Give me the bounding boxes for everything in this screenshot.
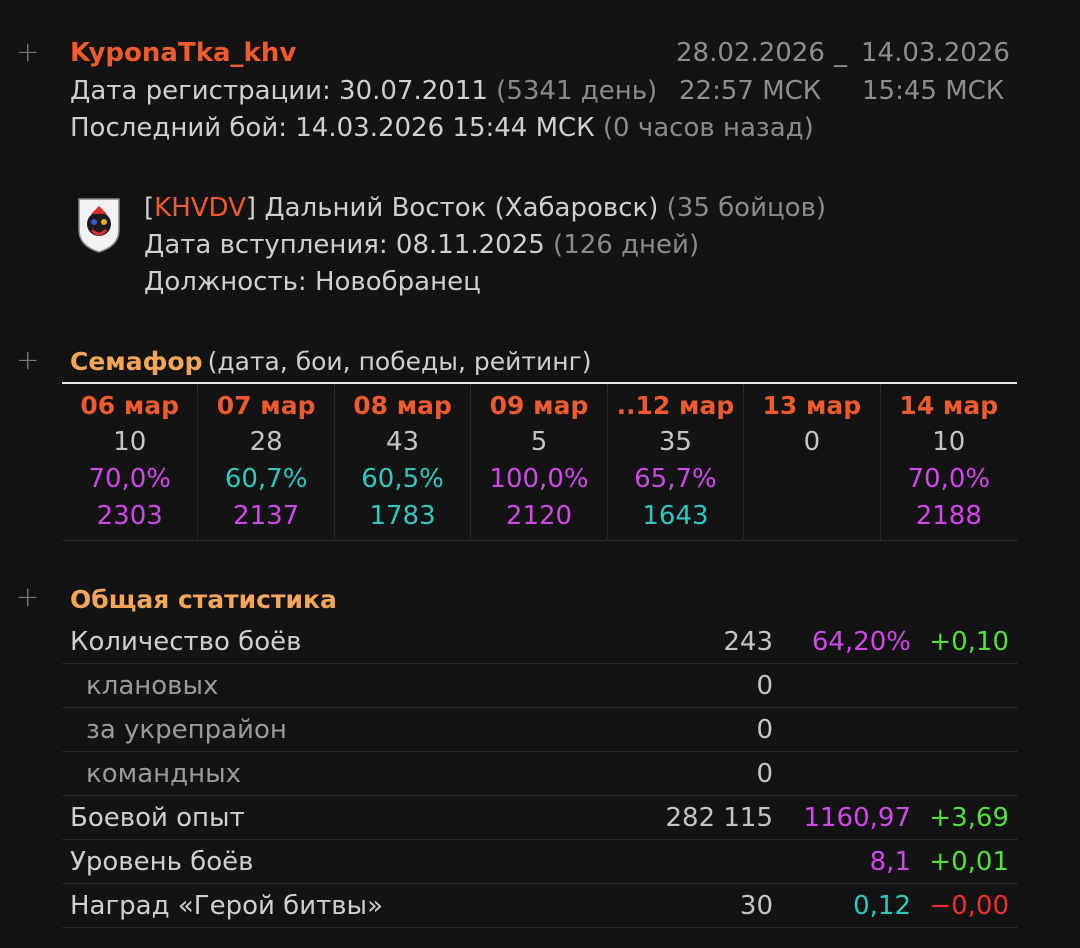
semafor-winrate: 100,0%	[489, 464, 589, 494]
stats-row: Количество боёв 243 64,20% +0,10	[62, 620, 1017, 664]
clan-position: Должность: Новобранец	[144, 267, 481, 297]
semafor-date: 06 мар	[80, 391, 180, 420]
semafor-winrate: 70,0%	[88, 464, 172, 494]
semafor-winrate: 60,7%	[224, 464, 308, 494]
player-nickname[interactable]: KyponaTka_khv	[70, 40, 296, 66]
stats-delta: +3,69	[929, 803, 1009, 833]
semafor-date: 09 мар	[489, 391, 589, 420]
semafor-day: 09 мар 5 100,0% 2120	[471, 384, 608, 540]
range-end-time: 15:45 МСК	[862, 76, 1005, 106]
stats-value: 0	[756, 759, 773, 789]
stats-average: 0,12	[853, 891, 911, 921]
semafor-date: 13 мар	[762, 391, 862, 420]
stats-row: командных 0	[62, 752, 1017, 796]
semafor-winrate: 65,7%	[634, 464, 717, 494]
stats-average: 1160,97	[803, 803, 911, 833]
stats-average: 64,20%	[811, 627, 911, 657]
last-battle-line: Последний бой: 14.03.2026 15:44 МСК (0 ч…	[70, 115, 814, 141]
stats-value: 30	[739, 891, 773, 921]
stats-label: Количество боёв	[70, 627, 302, 657]
semafor-day: 07 мар 28 60,7% 2137	[198, 384, 335, 540]
range-start-time: 22:57 МСК	[679, 76, 822, 106]
semafor-battles: 5	[530, 427, 548, 457]
clan-tag[interactable]: KHVDV	[154, 193, 246, 223]
stats-value: 0	[756, 715, 773, 745]
clan-name[interactable]: Дальний Восток (Хабаровск)	[264, 193, 658, 223]
stats-value: 243	[723, 627, 773, 657]
semafor-battles: 35	[658, 427, 692, 457]
semafor-date: ..12 мар	[616, 391, 735, 420]
last-battle-date: Последний бой: 14.03.2026 15:44 МСК	[70, 113, 595, 143]
stats-row: клановых 0	[62, 664, 1017, 708]
expand-semafor-icon[interactable]: +	[16, 346, 39, 374]
semafor-header: Семафор (дата, бои, победы, рейтинг)	[70, 349, 591, 374]
stats-average: 8,1	[869, 847, 911, 877]
range-start-date: 28.02.2026	[676, 38, 825, 68]
clan-bracket-open: [	[144, 193, 155, 223]
stats-title: Общая статистика	[70, 585, 337, 614]
clan-join-line: Дата вступления: 08.11.2025 (126 дней)	[144, 232, 699, 258]
stats-value: 282 115	[665, 803, 773, 833]
stats-row: за укрепрайон 0	[62, 708, 1017, 752]
semafor-battles: 0	[803, 427, 821, 457]
registration-line: Дата регистрации: 30.07.2011 (5341 день)	[70, 78, 657, 104]
expand-stats-icon[interactable]: +	[16, 583, 39, 611]
semafor-battles: 43	[386, 427, 420, 457]
stats-delta: −0,00	[929, 891, 1009, 921]
clan-line: [KHVDV] Дальний Восток (Хабаровск) (35 б…	[144, 195, 826, 221]
stats-delta: +0,01	[929, 847, 1009, 877]
registration-date: Дата регистрации: 30.07.2011	[70, 76, 488, 106]
stats-delta: +0,10	[929, 627, 1009, 657]
semafor-date: 08 мар	[353, 391, 452, 420]
stats-label: Наград «Герой битвы»	[70, 891, 383, 921]
range-end-date: 14.03.2026	[861, 38, 1010, 68]
stats-row: Уровень боёв 8,1 +0,01	[62, 840, 1017, 884]
stats-row: Боевой опыт 282 115 1160,97 +3,69	[62, 796, 1017, 840]
last-battle-ago: (0 часов назад)	[602, 113, 814, 143]
stats-label: Боевой опыт	[70, 803, 245, 833]
semafor-battles: 28	[249, 427, 283, 457]
clan-members: (35 бойцов)	[666, 193, 827, 223]
clan-bracket-close: ]	[245, 193, 257, 223]
semafor-day: 14 мар 10 70,0% 2188	[881, 384, 1017, 540]
semafor-rating: 2303	[96, 501, 163, 531]
semafor-table: 06 мар 10 70,0% 2303 07 мар 28 60,7% 2137 08 мар…	[62, 384, 1017, 541]
semafor-rating: 2188	[915, 501, 982, 531]
stats-label: за укрепрайон	[86, 715, 287, 745]
semafor-rating: 1783	[369, 501, 436, 531]
semafor-winrate: 60,5%	[361, 464, 444, 494]
semafor-rating: 2137	[233, 501, 300, 531]
registration-days: (5341 день)	[496, 76, 658, 106]
semafor-date: 07 мар	[216, 391, 316, 420]
clan-join-days: (126 дней)	[553, 230, 700, 260]
semafor-day: 06 мар 10 70,0% 2303	[62, 384, 199, 540]
semafor-battles: 10	[932, 427, 966, 457]
clan-emblem-icon[interactable]	[76, 196, 122, 254]
semafor-day: ..12 мар 35 65,7% 1643	[608, 384, 745, 540]
stats-label: клановых	[86, 671, 219, 701]
semafor-title: Семафор	[70, 347, 203, 376]
semafor-winrate: 70,0%	[907, 464, 991, 494]
range-separator: _	[834, 38, 847, 68]
stats-value: 0	[756, 671, 773, 701]
clan-join-date: Дата вступления: 08.11.2025	[144, 230, 545, 260]
stats-row: Наград «Герой битвы» 30 0,12 −0,00	[62, 884, 1017, 928]
stats-label: Уровень боёв	[70, 847, 254, 877]
semafor-rating: 2120	[505, 501, 573, 531]
stats-label: командных	[86, 759, 242, 789]
semafor-battles: 10	[113, 427, 147, 457]
semafor-day: 08 мар 43 60,5% 1783	[335, 384, 472, 540]
semafor-rating: 1643	[642, 501, 709, 531]
semafor-subtitle: (дата, бои, победы, рейтинг)	[207, 347, 592, 376]
expand-player-icon[interactable]: +	[16, 38, 39, 66]
semafor-day: 13 мар 0	[744, 384, 881, 540]
semafor-date: 14 мар	[899, 391, 999, 420]
